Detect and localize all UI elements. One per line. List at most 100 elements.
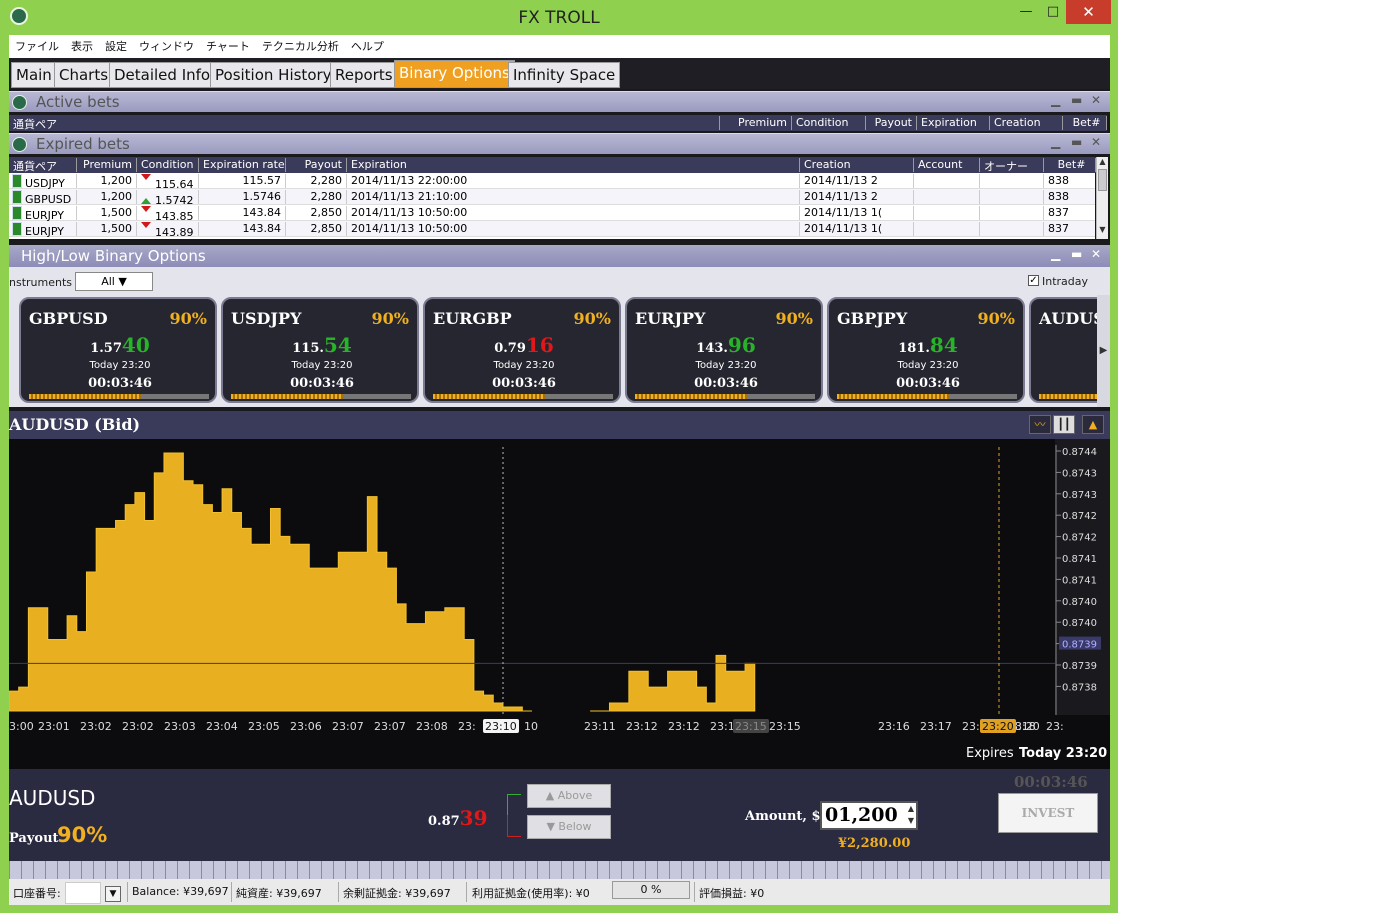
card-timer: 00:03:46 xyxy=(694,376,758,391)
card-progress-fill xyxy=(29,394,141,399)
menu-bar: ファイル 表示 設定 ウィンドウ チャート テクニカル分析 ヘルプ xyxy=(9,35,1110,58)
panel-minimize-icon[interactable]: ▁ xyxy=(1051,93,1060,107)
column-header[interactable]: Condition xyxy=(137,158,199,172)
column-header[interactable]: Premium xyxy=(720,116,792,130)
panel-close-icon[interactable]: ✕ xyxy=(1091,93,1101,107)
intraday-checkbox[interactable]: ✓ xyxy=(1028,275,1039,286)
account-dropdown-icon[interactable]: ▼ xyxy=(105,886,121,902)
column-header[interactable]: Condition xyxy=(792,116,866,130)
title-bar[interactable]: FX TROLL — □ ✕ xyxy=(0,0,1118,34)
panel-maximize-icon[interactable]: ▬ xyxy=(1071,135,1082,149)
instrument-card[interactable]: EURGBP 90% 0.7916 Today 23:20 00:03:46 xyxy=(423,297,621,403)
panel-close-icon[interactable]: ✕ xyxy=(1091,247,1101,261)
tab-main[interactable]: Main xyxy=(11,62,57,88)
spin-up-icon[interactable]: ▲ xyxy=(905,803,917,815)
minimize-button[interactable]: — xyxy=(1012,0,1040,24)
below-button[interactable]: ▼ Below xyxy=(527,815,611,839)
table-row[interactable]: USDJPY 1,200 115.64 115.57 2,280 2014/11/13 2… xyxy=(9,173,1095,191)
column-header[interactable]: オーナー xyxy=(980,158,1044,173)
column-header[interactable]: Payout xyxy=(286,158,347,172)
chevron-right-icon[interactable]: ▶ xyxy=(1097,295,1110,407)
column-header[interactable]: Expiration xyxy=(917,116,990,130)
column-header[interactable]: Expiration xyxy=(347,158,800,172)
panel-logo-icon xyxy=(12,137,27,152)
column-header[interactable]: 通貨ペア xyxy=(9,158,77,173)
tab-infinity-space[interactable]: Infinity Space xyxy=(508,62,621,88)
panel-maximize-icon[interactable]: ▬ xyxy=(1071,93,1082,107)
table-cell: 2014/11/13 21:10:00 xyxy=(347,190,800,204)
scroll-down-icon[interactable]: ▼ xyxy=(1097,225,1108,234)
column-header[interactable]: Expiration rate xyxy=(199,158,286,172)
x-tick-label: 23:16 xyxy=(878,720,910,733)
scroll-up-icon[interactable]: ▲ xyxy=(1097,157,1108,166)
instruments-select[interactable]: All ▼ xyxy=(75,272,153,291)
instrument-card[interactable]: EURJPY 90% 143.96 Today 23:20 00:03:46 xyxy=(625,297,823,403)
card-price: 1.5740 xyxy=(21,333,219,357)
above-label: Above xyxy=(557,789,593,802)
area-chart-icon[interactable]: ▲ xyxy=(1082,415,1104,434)
column-header[interactable]: Creation xyxy=(990,116,1063,130)
column-header[interactable]: Premium xyxy=(77,158,137,172)
amount-stepper[interactable]: ▲ ▼ xyxy=(905,803,917,828)
scroll-thumb[interactable] xyxy=(1098,169,1107,191)
instrument-cards: AUDUS GBPJPY 90% 181.84 Today 23:20 00:03:46 E… xyxy=(9,295,1110,407)
menu-file[interactable]: ファイル xyxy=(9,35,59,58)
instrument-card[interactable]: USDJPY 90% 115.54 Today 23:20 00:03:46 xyxy=(221,297,419,403)
card-payout: 90% xyxy=(371,309,409,328)
panel-maximize-icon[interactable]: ▬ xyxy=(1071,247,1082,261)
arrow-up-icon xyxy=(141,190,151,204)
panel-minimize-icon[interactable]: ▁ xyxy=(1051,247,1060,261)
table-cell xyxy=(980,222,1044,236)
instrument-card[interactable]: GBPUSD 90% 1.5740 Today 23:20 00:03:46 xyxy=(19,297,217,403)
column-header[interactable]: Payout xyxy=(866,116,917,130)
y-tick-label: 0.8739 xyxy=(1062,661,1097,672)
table-cell: 143.85 xyxy=(137,206,199,223)
column-header[interactable]: Bet# xyxy=(1063,116,1107,130)
trade-symbol: AUDUSD xyxy=(9,786,96,810)
panel-close-icon[interactable]: ✕ xyxy=(1091,135,1101,149)
invest-button[interactable]: INVEST xyxy=(998,793,1098,833)
expired-bets-scrollbar[interactable]: ▲ ▼ xyxy=(1096,157,1108,239)
tab-position-history[interactable]: Position History xyxy=(210,62,337,88)
unrealized-pl: 評価損益: ¥0 xyxy=(699,887,765,900)
line-chart-icon[interactable]: 〰 xyxy=(1029,415,1051,434)
tab-reports[interactable]: Reports xyxy=(330,62,398,88)
price-chart[interactable]: 0.8744 0.8743 0.8743 0.8742 0.8742 0.8741 0.87… xyxy=(9,439,1110,769)
column-header[interactable]: Bet# xyxy=(1044,158,1096,172)
menu-view[interactable]: 表示 xyxy=(65,35,93,58)
menu-technical[interactable]: テクニカル分析 xyxy=(256,35,339,58)
card-price: 143.96 xyxy=(627,333,825,357)
tab-charts[interactable]: Charts xyxy=(54,62,114,88)
pair-label: EURJPY xyxy=(25,225,64,238)
table-row[interactable]: EURJPY 1,500 143.85 143.84 2,850 2014/11/13 1… xyxy=(9,205,1095,223)
x-tick-label: 23:15 xyxy=(735,720,767,733)
maximize-button[interactable]: □ xyxy=(1040,0,1066,24)
card-progress-fill xyxy=(635,394,747,399)
above-button[interactable]: ▲ Above xyxy=(527,784,611,808)
table-row[interactable]: EURJPY 1,500 143.89 143.84 2,850 2014/11/13 1… xyxy=(9,221,1095,239)
menu-settings[interactable]: 設定 xyxy=(99,35,127,58)
candlestick-icon[interactable]: ┃┃ xyxy=(1053,415,1075,434)
menu-chart[interactable]: チャート xyxy=(200,35,250,58)
menu-help[interactable]: ヘルプ xyxy=(345,35,384,58)
spin-down-icon[interactable]: ▼ xyxy=(905,815,917,827)
column-header[interactable]: 通貨ペア xyxy=(9,116,720,131)
y-tick-label: 0.8744 xyxy=(1062,447,1097,458)
table-cell: 2,280 xyxy=(286,190,347,204)
tab-detailed-info[interactable]: Detailed Info xyxy=(109,62,216,88)
column-header[interactable]: Creation xyxy=(800,158,914,172)
amount-input[interactable]: 01,200 xyxy=(820,801,918,830)
close-button[interactable]: ✕ xyxy=(1066,0,1111,24)
instrument-card[interactable]: GBPJPY 90% 181.84 Today 23:20 00:03:46 xyxy=(827,297,1025,403)
panel-minimize-icon[interactable]: ▁ xyxy=(1051,135,1060,149)
active-bets-header: Active bets ▁ ▬ ✕ xyxy=(9,91,1110,112)
table-cell: 2014/11/13 2 xyxy=(800,190,914,204)
chart-canvas[interactable]: 0.8744 0.8743 0.8743 0.8742 0.8742 0.8741 0.87… xyxy=(9,439,1110,769)
column-header[interactable]: Account xyxy=(914,158,980,172)
table-row[interactable]: GBPUSD 1,200 1.5742 1.5746 2,280 2014/11/13 2… xyxy=(9,189,1095,207)
menu-window[interactable]: ウィンドウ xyxy=(133,35,194,58)
tab-binary-options[interactable]: Binary Options xyxy=(394,60,515,88)
account-input[interactable] xyxy=(65,882,101,904)
card-payout: 90% xyxy=(775,309,813,328)
card-timer: 00:03:46 xyxy=(290,376,354,391)
